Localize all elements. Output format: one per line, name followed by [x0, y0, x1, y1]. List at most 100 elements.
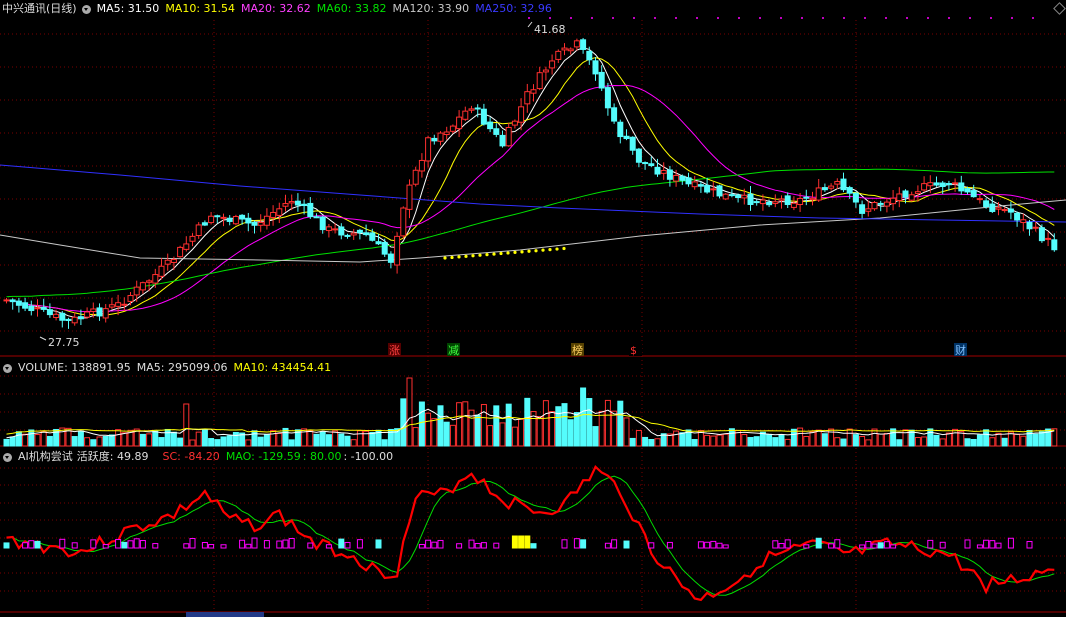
candle-up	[1001, 209, 1008, 212]
candle-up	[865, 208, 872, 212]
decor-dot	[591, 17, 593, 19]
candle-up	[995, 207, 1002, 210]
event-marker-label: $	[630, 344, 637, 357]
candle-down	[586, 50, 593, 61]
volume-bar-up	[877, 433, 884, 447]
volume-bar-down	[747, 437, 754, 447]
decor-dot	[612, 17, 614, 19]
volume-bar-down	[629, 437, 636, 447]
highlight-dot	[499, 251, 503, 256]
volume-bar-down	[201, 428, 208, 447]
volume-bar-down	[927, 428, 934, 447]
candle-down	[22, 302, 29, 309]
indicator-bar	[245, 543, 252, 549]
candle-down	[704, 185, 711, 193]
indicator-bar	[871, 543, 878, 549]
decor-dot	[633, 17, 635, 19]
volume-bar-up	[989, 437, 996, 447]
highlight-dot	[485, 253, 489, 257]
high-price-label: 41.68	[534, 23, 566, 36]
candle-up	[505, 127, 512, 147]
indicator-bar	[511, 535, 518, 549]
candle-down	[375, 241, 382, 245]
candle-up	[449, 125, 456, 132]
volume-ma5-line	[6, 408, 1055, 439]
candle-up	[400, 207, 407, 237]
candle-down	[970, 190, 977, 198]
volume-bar-up	[115, 429, 122, 447]
volume-bar-down	[573, 412, 580, 447]
indicator-bar	[803, 544, 810, 549]
chart-canvas[interactable]: 涨 减 榜 $ 财 41.68 27.75	[0, 0, 1066, 617]
event-marker-label: 减	[448, 344, 459, 357]
volume-bar-up	[803, 436, 810, 447]
candle-down	[1051, 239, 1058, 251]
candle-down	[852, 192, 859, 203]
decor-dot	[864, 17, 866, 19]
candle-up	[530, 89, 537, 94]
candle-up	[232, 215, 239, 225]
indicator-bar	[208, 544, 215, 549]
indicator-bar	[425, 539, 432, 549]
candle-down	[15, 300, 22, 306]
candle-up	[3, 299, 10, 302]
volume-bar-up	[183, 403, 190, 447]
candle-down	[604, 87, 611, 109]
volume-bar-down	[214, 439, 221, 447]
indicator-bar	[828, 543, 835, 549]
candle-up	[276, 208, 283, 216]
candle-down	[648, 163, 655, 167]
event-marker-label: 财	[955, 343, 966, 357]
candle-up	[121, 303, 128, 306]
volume-bar-down	[759, 431, 766, 447]
ma5-line	[6, 47, 1055, 319]
volume-bar-down	[77, 430, 84, 447]
candle-down	[623, 135, 630, 140]
candle-down	[958, 182, 965, 192]
candle-up	[536, 72, 543, 90]
indicator-bar	[778, 543, 785, 549]
volume-bar-down	[400, 398, 407, 447]
highlight-dot	[471, 254, 475, 258]
volume-bars	[3, 377, 1058, 447]
indicator-bar	[772, 540, 779, 549]
volume-bar-up	[412, 427, 419, 447]
volume-bar-down	[840, 438, 847, 447]
candle-down	[480, 108, 487, 125]
candle-up	[561, 47, 568, 51]
highlight-dot	[555, 247, 559, 251]
decor-dot	[1011, 17, 1013, 19]
volume-bar-up	[1020, 435, 1027, 447]
candle-down	[28, 305, 35, 312]
indicator-bar	[976, 544, 983, 549]
candle-up	[828, 185, 835, 189]
candle-down	[629, 136, 636, 151]
event-marker-label: 榜	[572, 343, 583, 357]
volume-bar-down	[108, 434, 115, 447]
volume-bar-down	[158, 437, 165, 447]
volume-bar-down	[691, 439, 698, 447]
volume-bar-down	[505, 403, 512, 447]
indicator-bar	[865, 540, 872, 549]
candle-up	[195, 224, 202, 237]
decor-dot	[738, 17, 740, 19]
candle-down	[821, 187, 828, 191]
volume-bar-up	[270, 430, 277, 447]
candle-down	[245, 217, 252, 224]
candle-down	[65, 318, 72, 322]
volume-bar-up	[146, 433, 153, 447]
volume-bar-up	[859, 436, 866, 447]
volume-bar-up	[195, 431, 202, 447]
indicator-bar	[927, 539, 934, 549]
volume-bar-down	[642, 436, 649, 447]
timeline-scrollbar[interactable]	[186, 612, 264, 617]
volume-bar-up	[623, 417, 630, 447]
volume-bar-up	[84, 437, 91, 447]
candle-down	[964, 188, 971, 193]
candle-up	[883, 201, 890, 207]
event-marker-label: 涨	[389, 344, 400, 357]
volume-bar-up	[121, 432, 128, 447]
volume-bar-down	[257, 436, 264, 447]
indicator-bar	[704, 541, 711, 549]
candle-up	[282, 203, 289, 207]
